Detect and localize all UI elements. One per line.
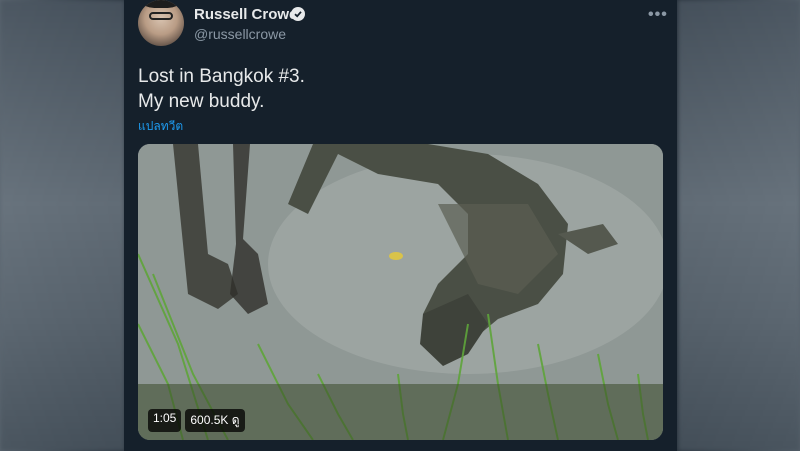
tweet-text: Lost in Bangkok #3. My new buddy.	[138, 64, 305, 114]
avatar-cap	[142, 0, 180, 8]
verified-badge-icon	[291, 7, 305, 21]
video-meta: 1:05 600.5K ดู	[148, 409, 245, 432]
more-dots-icon[interactable]: •••	[648, 6, 668, 24]
video-frame-image	[138, 144, 663, 440]
background-blur-left	[0, 0, 125, 451]
tweet-text-line: Lost in Bangkok #3.	[138, 66, 305, 87]
video-view-count: 600.5K ดู	[185, 409, 245, 432]
video-player[interactable]: 1:05 600.5K ดู	[138, 144, 663, 440]
avatar-glasses	[149, 12, 173, 20]
video-duration: 1:05	[148, 409, 182, 432]
background-blur-right	[678, 0, 800, 451]
author-name[interactable]: Russell Crowe	[194, 6, 297, 23]
tweet-card: Russell Crowe @russellcrowe ••• Lost in …	[124, 0, 677, 451]
translate-link[interactable]: แปลทวีต	[138, 117, 183, 136]
author-handle[interactable]: @russellcrowe	[194, 26, 286, 42]
tweet-text-line: My new buddy.	[138, 91, 265, 112]
avatar[interactable]	[138, 0, 184, 46]
